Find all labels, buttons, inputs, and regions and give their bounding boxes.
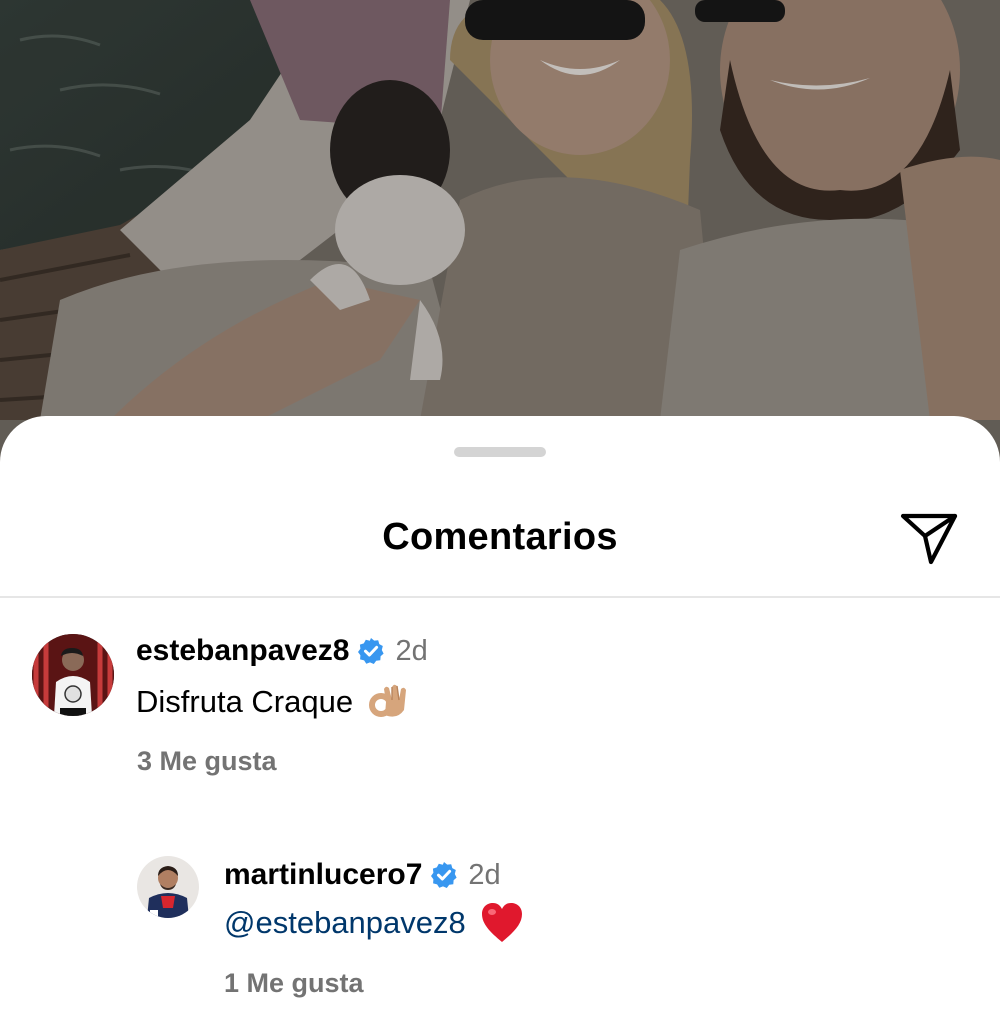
red-heart-emoji-icon: [481, 903, 522, 942]
avatar-image: [137, 856, 199, 918]
avatar[interactable]: [137, 856, 199, 918]
paper-plane-icon: [900, 513, 958, 565]
share-button[interactable]: [898, 512, 960, 566]
photo-illustration: [0, 0, 1000, 470]
comment-text: Disfruta Craque: [136, 684, 354, 719]
mention-link[interactable]: @estebanpavez8: [224, 905, 466, 941]
header-divider: [0, 596, 1000, 598]
avatar[interactable]: [32, 634, 114, 716]
ok-hand-emoji-icon: [369, 684, 407, 717]
verified-badge-icon: [358, 638, 385, 664]
avatar-image: [32, 634, 114, 716]
sheet-title: Comentarios: [382, 516, 618, 558]
comment-username[interactable]: estebanpavez8: [136, 634, 349, 668]
post-photo-background: [0, 0, 1000, 470]
sheet-drag-handle[interactable]: [454, 447, 546, 457]
verified-badge-icon: [431, 862, 458, 888]
comment-likes[interactable]: 3 Me gusta: [137, 746, 277, 777]
reply-username[interactable]: martinlucero7: [224, 858, 422, 892]
reply-likes[interactable]: 1 Me gusta: [224, 968, 364, 999]
reply-timestamp: 2d: [468, 858, 501, 891]
comment-timestamp: 2d: [395, 634, 428, 667]
